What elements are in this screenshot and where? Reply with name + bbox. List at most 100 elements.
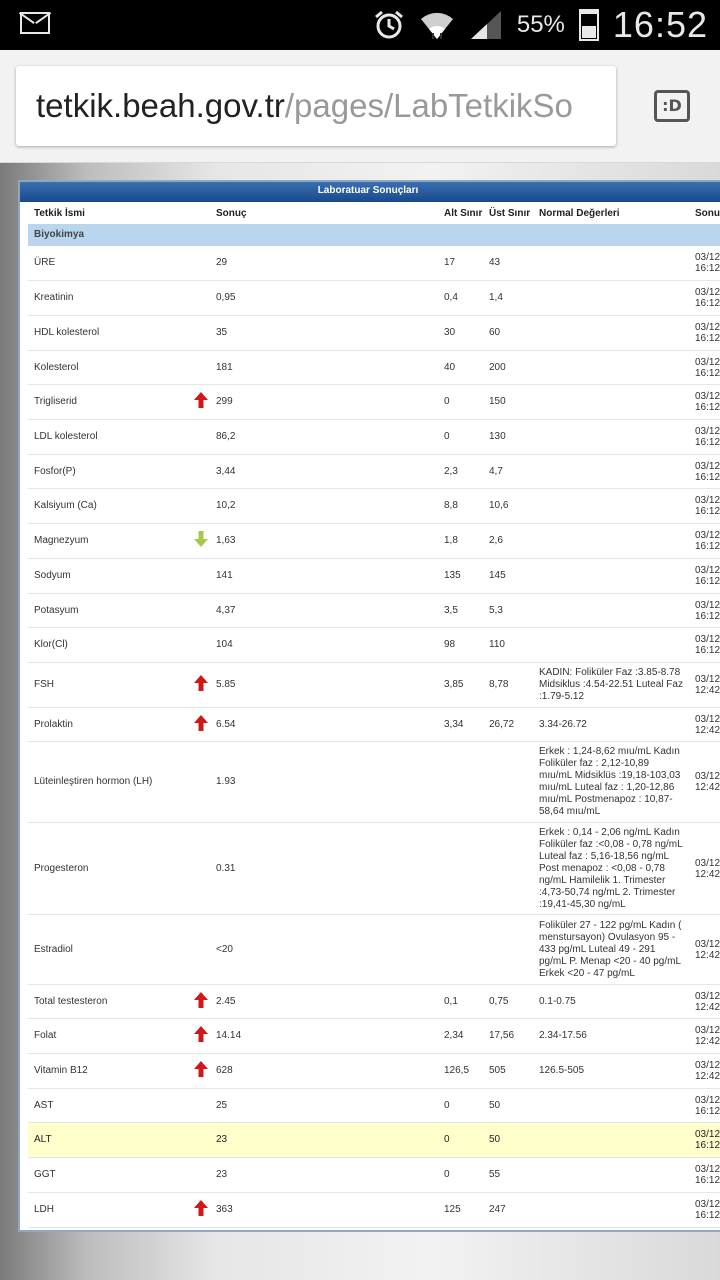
table-row[interactable]: Kreatinin 0,950,41,4 03/12/16:12: (28, 280, 720, 316)
flag-cell (188, 914, 210, 985)
lower-limit: 40 (438, 350, 483, 385)
arrow-up-icon (194, 1026, 208, 1042)
table-row[interactable]: Folat14.142,3417,562.34-17.5603/12/12:42… (28, 1018, 720, 1054)
test-name: LDL kolesterol (28, 419, 188, 455)
clock: 16:52 (612, 4, 708, 45)
flag-cell (188, 246, 210, 281)
col-header-high[interactable]: Üst Sınır (483, 202, 533, 224)
result-value: 299 (210, 384, 438, 420)
normal-range (533, 350, 689, 385)
test-name: Kolesterol (28, 350, 188, 385)
result-date-day: 03/12/ (695, 1129, 720, 1140)
table-row[interactable]: Progesteron 0.31 Erkek : 0,14 - 2,06 ng/mL… (28, 822, 720, 915)
lower-limit: 0 (438, 1157, 483, 1193)
result-date: 03/12/16:12: (689, 627, 720, 663)
tabs-button[interactable]: :D (654, 90, 690, 122)
table-row[interactable]: Estradiol <20 Foliküler 27 - 122 pg/mL Kad… (28, 914, 720, 985)
table-row[interactable]: Fosfor(P) 3,442,34,7 03/12/16:12: (28, 454, 720, 489)
result-value: 4,37 (210, 593, 438, 628)
result-date-day: 03/12/ (695, 1164, 720, 1175)
table-row[interactable]: Prolaktin6.543,3426,723.34-26.7203/12/12… (28, 707, 720, 742)
normal-range (533, 558, 689, 594)
table-row[interactable]: Sodyum 141135145 03/12/16:12: (28, 558, 720, 594)
upper-limit: 150 (483, 384, 533, 420)
normal-range: Erkek : 0,14 - 2,06 ng/mL Kadın Foliküle… (533, 822, 689, 915)
result-date: 03/12/16:12: (689, 558, 720, 594)
result-value: 23 (210, 1122, 438, 1158)
arrow-up-icon (194, 714, 208, 731)
normal-range (533, 627, 689, 663)
table-row[interactable]: Potasyum 4,373,55,3 03/12/16:12: (28, 593, 720, 628)
col-header-name[interactable]: Tetkik İsmi (28, 202, 188, 224)
result-date-time: 12:42: (695, 1071, 720, 1082)
table-row[interactable]: LDL kolesterol 86,20130 03/12/16:12: (28, 419, 720, 455)
lower-limit: 0 (438, 384, 483, 420)
table-row[interactable]: Magnezyum 1,631,82,6 03/12/16:12: (28, 523, 720, 559)
lower-limit: 2,34 (438, 1018, 483, 1054)
upper-limit: 55 (483, 1157, 533, 1193)
result-value: 104 (210, 627, 438, 663)
test-name: Vitamin B12 (28, 1053, 188, 1089)
flag-cell (188, 315, 210, 351)
upper-limit: 130 (483, 419, 533, 455)
table-row[interactable]: Vitamin B12628126,5505126.5-50503/12/12:… (28, 1053, 720, 1089)
table-row[interactable]: FSH 5.85 3,85 8,78 KADIN: Foliküler Faz :3.8… (28, 662, 720, 708)
result-date-time: 16:12: (695, 333, 720, 344)
lower-limit: 17 (438, 246, 483, 281)
normal-range (533, 246, 689, 281)
col-header-date[interactable]: Sonuç (689, 202, 720, 224)
table-row[interactable]: Kalsiyum (Ca) 10,28,810,6 03/12/16:12: (28, 488, 720, 524)
result-date-day: 03/12/ (695, 287, 720, 298)
result-date: 03/12/12:42: (689, 914, 720, 985)
test-name: FSH (28, 662, 188, 708)
table-row[interactable]: Kolesterol 18140200 03/12/16:12: (28, 350, 720, 385)
result-date-time: 12:42: (695, 724, 720, 736)
result-date-time: 16:12: (695, 263, 720, 274)
lower-limit: 0,1 (438, 984, 483, 1019)
result-date: 03/12/16:12: (689, 1088, 720, 1123)
col-header-low[interactable]: Alt Sınır (438, 202, 483, 224)
upper-limit: 4,7 (483, 454, 533, 489)
table-row[interactable]: ALT 23050 03/12/16:12: (28, 1122, 720, 1158)
table-row[interactable]: Trigliserid 2990150 03/12/16:12: (28, 384, 720, 420)
test-name: GGT (28, 1157, 188, 1193)
upper-limit: 145 (483, 558, 533, 594)
table-row[interactable]: AST 25050 03/12/16:12: (28, 1088, 720, 1123)
result-date-day: 03/12/ (695, 674, 720, 685)
upper-limit: 17,56 (483, 1018, 533, 1054)
test-name: AST (28, 1088, 188, 1123)
lower-limit (438, 914, 483, 985)
normal-range: Foliküler 27 - 122 pg/mL Kadın ( menstur… (533, 914, 689, 985)
test-name: Lüteinleştiren hormon (LH) (28, 741, 188, 823)
address-bar[interactable]: tetkik.beah.gov.tr/pages/LabTetkikSo (16, 66, 616, 146)
result-value: 181 (210, 350, 438, 385)
table-row[interactable]: Lüteinleştiren hormon (LH) 1.93 Erkek : 1,… (28, 741, 720, 823)
table-row[interactable]: ÜRE 291743 03/12/16:12: (28, 246, 720, 281)
lower-limit: 0,4 (438, 280, 483, 316)
normal-range (533, 315, 689, 351)
browser-toolbar: tetkik.beah.gov.tr/pages/LabTetkikSo :D (0, 50, 720, 163)
flag-cell (188, 822, 210, 915)
flag-cell (188, 627, 210, 663)
normal-range (533, 384, 689, 420)
table-row[interactable]: LDH 363125247 03/12/16:12: (28, 1192, 720, 1228)
result-date-day: 03/12/ (695, 356, 720, 368)
result-date-day: 03/12/ (695, 565, 720, 576)
result-date-time: 16:12: (695, 1105, 720, 1117)
table-row[interactable]: Klor(Cl) 10498110 03/12/16:12: (28, 627, 720, 663)
flag-cell (188, 707, 210, 742)
result-date: 03/12/16:12: (689, 1192, 720, 1228)
lab-results-panel: Laboratuar Sonuçları Tetkik İsmi Sonuç A… (18, 180, 720, 1232)
flag-cell (188, 419, 210, 455)
upper-limit: 1,4 (483, 280, 533, 316)
table-row[interactable]: Total testesteron 2.45 0,1 0,75 0.1-0.75 03/1… (28, 984, 720, 1019)
result-value: <20 (210, 914, 438, 985)
table-row[interactable]: GGT 23055 03/12/16:12: (28, 1157, 720, 1193)
col-header-result[interactable]: Sonuç (210, 202, 438, 224)
normal-range (533, 1088, 689, 1123)
result-date: 03/12/16:12: (689, 246, 720, 281)
result-value: 2.45 (210, 984, 438, 1019)
result-date-time: 16:12: (695, 367, 720, 379)
table-row[interactable]: HDL kolesterol 353060 03/12/16:12: (28, 315, 720, 351)
col-header-normal[interactable]: Normal Değerleri (533, 202, 689, 224)
